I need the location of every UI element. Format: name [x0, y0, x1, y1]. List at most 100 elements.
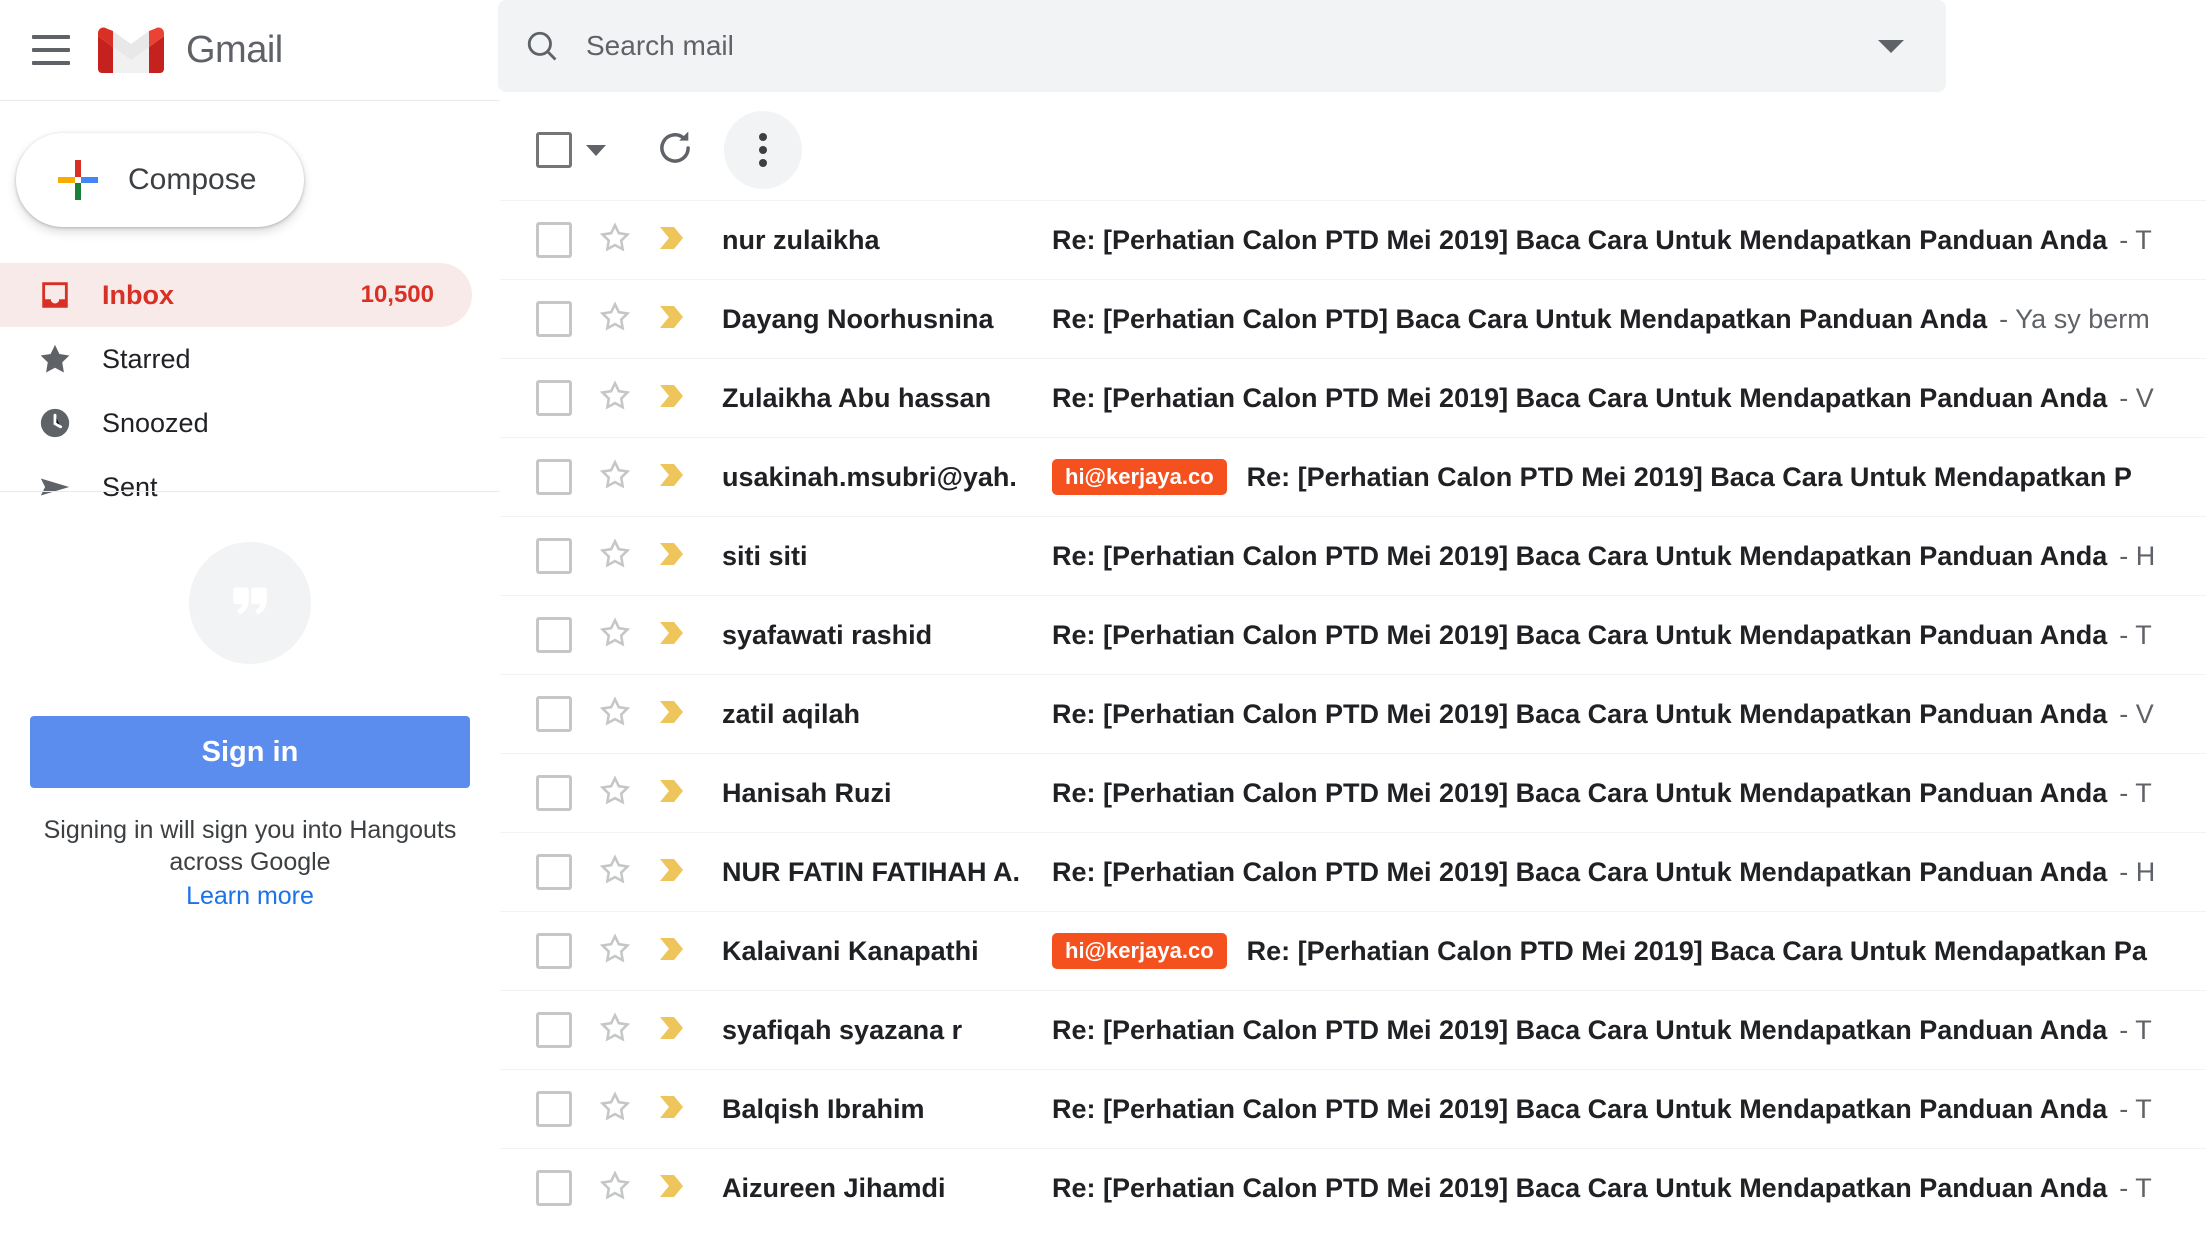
more-options-button[interactable] [724, 111, 802, 189]
row-sender: Kalaivani Kanapathi [722, 935, 979, 966]
hamburger-menu-icon[interactable] [32, 35, 70, 65]
row-snippet: - Ya sy berm [1999, 303, 2150, 334]
row-checkbox[interactable] [536, 933, 572, 969]
star-icon[interactable] [598, 300, 632, 339]
chevron-down-icon [586, 144, 606, 156]
important-marker-icon[interactable] [658, 778, 688, 809]
row-checkbox[interactable] [536, 459, 572, 495]
label-chip[interactable]: hi@kerjaya.co [1052, 933, 1227, 969]
table-row[interactable]: Dayang Noorhusnina Re: [Perhatian Calon P… [500, 279, 2206, 358]
important-marker-icon[interactable] [658, 541, 688, 572]
important-marker-icon[interactable] [658, 857, 688, 888]
star-icon[interactable] [598, 1011, 632, 1050]
row-checkbox[interactable] [536, 1170, 572, 1206]
star-icon[interactable] [598, 695, 632, 734]
select-dropdown-button[interactable] [586, 144, 606, 156]
table-row[interactable]: syafawati rashid Re: [Perhatian Calon PTD… [500, 595, 2206, 674]
star-icon[interactable] [598, 932, 632, 971]
sidebar-item-inbox[interactable]: Inbox 10,500 [0, 263, 472, 327]
star-icon[interactable] [598, 616, 632, 655]
row-sender: Aizureen Jihamdi [722, 1172, 946, 1203]
row-body: Re: [Perhatian Calon PTD Mei 2019] Baca … [1052, 225, 2206, 256]
important-marker-icon[interactable] [658, 225, 688, 256]
row-checkbox[interactable] [536, 1012, 572, 1048]
row-body: Re: [Perhatian Calon PTD Mei 2019] Baca … [1052, 620, 2206, 651]
row-checkbox[interactable] [536, 380, 572, 416]
chevron-down-icon [1878, 39, 1904, 53]
search-input[interactable] [586, 30, 1836, 62]
row-subject: Re: [Perhatian Calon PTD] Baca Cara Untu… [1052, 303, 1988, 334]
row-body: Re: [Perhatian Calon PTD Mei 2019] Baca … [1052, 857, 2206, 888]
row-checkbox[interactable] [536, 222, 572, 258]
mail-rows: nur zulaikha Re: [Perhatian Calon PTD Mei… [500, 200, 2206, 1227]
row-checkbox[interactable] [536, 1091, 572, 1127]
important-marker-icon[interactable] [658, 1094, 688, 1125]
important-marker-icon[interactable] [658, 1015, 688, 1046]
sidebar-item-starred[interactable]: Starred [0, 327, 472, 391]
star-icon [32, 342, 78, 376]
gmail-logo[interactable]: Gmail [98, 25, 283, 75]
search-bar[interactable] [498, 0, 1946, 92]
row-sender: syafawati rashid [722, 619, 933, 650]
row-checkbox[interactable] [536, 538, 572, 574]
row-snippet: - T [2119, 224, 2152, 255]
row-sender: Zulaikha Abu hassan [722, 382, 992, 413]
star-icon[interactable] [598, 221, 632, 260]
star-icon[interactable] [598, 458, 632, 497]
refresh-button[interactable] [654, 127, 696, 174]
important-marker-icon[interactable] [658, 304, 688, 335]
mail-toolbar [500, 100, 2206, 200]
important-marker-icon[interactable] [658, 620, 688, 651]
row-body: Re: [Perhatian Calon PTD Mei 2019] Baca … [1052, 383, 2206, 414]
learn-more-link[interactable]: Learn more [186, 882, 314, 911]
sidebar-item-snoozed[interactable]: Snoozed [0, 391, 472, 455]
row-body: hi@kerjaya.co Re: [Perhatian Calon PTD Me… [1052, 933, 2206, 969]
row-snippet: - H [2119, 856, 2156, 887]
star-icon[interactable] [598, 853, 632, 892]
row-body: Re: [Perhatian Calon PTD Mei 2019] Baca … [1052, 1015, 2206, 1046]
row-body: Re: [Perhatian Calon PTD Mei 2019] Baca … [1052, 699, 2206, 730]
star-icon[interactable] [598, 774, 632, 813]
row-subject: Re: [Perhatian Calon PTD Mei 2019] Baca … [1052, 1172, 2108, 1203]
row-snippet: - V [2119, 698, 2154, 729]
row-checkbox[interactable] [536, 617, 572, 653]
table-row[interactable]: Kalaivani Kanapathi hi@kerjaya.co Re: [Per… [500, 911, 2206, 990]
compose-button[interactable]: Compose [16, 133, 304, 227]
table-row[interactable]: Aizureen Jihamdi Re: [Perhatian Calon PTD… [500, 1148, 2206, 1227]
row-checkbox[interactable] [536, 301, 572, 337]
label-chip[interactable]: hi@kerjaya.co [1052, 459, 1227, 495]
important-marker-icon[interactable] [658, 699, 688, 730]
table-row[interactable]: NUR FATIN FATIHAH A. Re: [Perhatian Calon… [500, 832, 2206, 911]
table-row[interactable]: Hanisah Ruzi Re: [Perhatian Calon PTD Mei… [500, 753, 2206, 832]
search-options-button[interactable] [1836, 39, 1946, 53]
row-sender: syafiqah syazana r [722, 1014, 963, 1045]
row-body: Re: [Perhatian Calon PTD Mei 2019] Baca … [1052, 1094, 2206, 1125]
row-subject: Re: [Perhatian Calon PTD Mei 2019] Baca … [1052, 382, 2108, 413]
important-marker-icon[interactable] [658, 1173, 688, 1204]
table-row[interactable]: zatil aqilah Re: [Perhatian Calon PTD Mei… [500, 674, 2206, 753]
table-row[interactable]: usakinah.msubri@yah. hi@kerjaya.co Re: [Pe… [500, 437, 2206, 516]
row-sender: usakinah.msubri@yah. [722, 461, 1017, 492]
star-icon[interactable] [598, 1169, 632, 1208]
sidebar-item-label: Starred [102, 343, 191, 374]
star-icon[interactable] [598, 379, 632, 418]
table-row[interactable]: siti siti Re: [Perhatian Calon PTD Mei 20… [500, 516, 2206, 595]
hangouts-signin-button[interactable]: Sign in [30, 716, 470, 788]
table-row[interactable]: Zulaikha Abu hassan Re: [Perhatian Calon … [500, 358, 2206, 437]
table-row[interactable]: syafiqah syazana r Re: [Perhatian Calon P… [500, 990, 2206, 1069]
table-row[interactable]: nur zulaikha Re: [Perhatian Calon PTD Mei… [500, 200, 2206, 279]
star-icon[interactable] [598, 537, 632, 576]
select-all-checkbox[interactable] [536, 132, 572, 168]
important-marker-icon[interactable] [658, 936, 688, 967]
important-marker-icon[interactable] [658, 383, 688, 414]
important-marker-icon[interactable] [658, 462, 688, 493]
row-checkbox[interactable] [536, 854, 572, 890]
row-subject: Re: [Perhatian Calon PTD Mei 2019] Baca … [1052, 619, 2108, 650]
sidebar: Compose Inbox 10,500 Starred Snoozed Sen… [0, 100, 500, 1236]
table-row[interactable]: Balqish Ibrahim Re: [Perhatian Calon PTD … [500, 1069, 2206, 1148]
star-icon[interactable] [598, 1090, 632, 1129]
row-checkbox[interactable] [536, 696, 572, 732]
row-snippet: - T [2119, 777, 2152, 808]
row-checkbox[interactable] [536, 775, 572, 811]
row-sender: NUR FATIN FATIHAH A. [722, 856, 1020, 887]
